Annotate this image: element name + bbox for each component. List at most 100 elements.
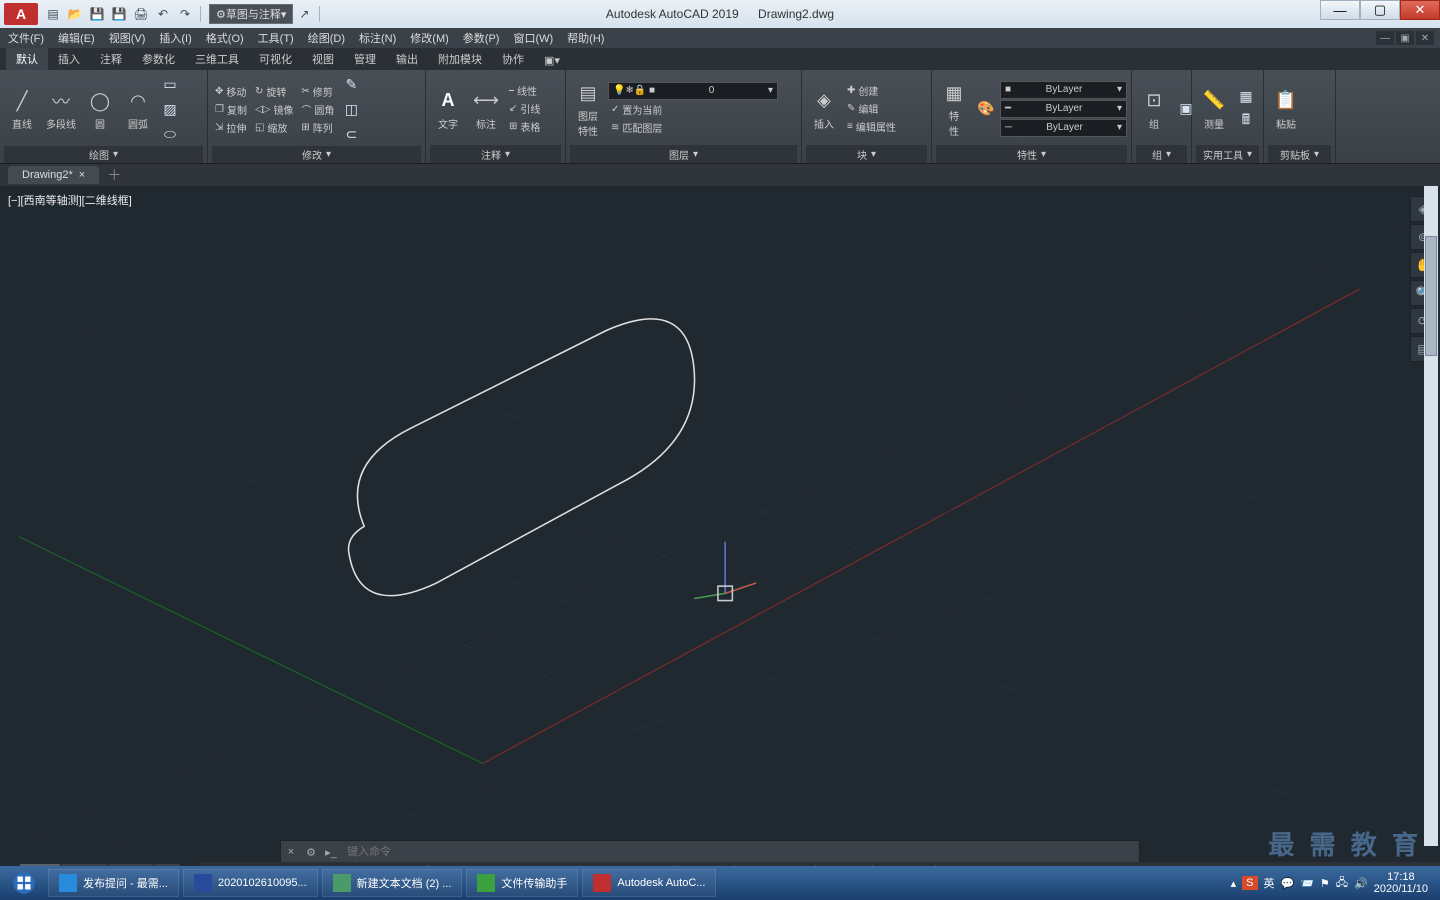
menu-help[interactable]: 帮助(H) [567,30,604,46]
vertical-scrollbar[interactable] [1424,186,1438,846]
block-edit-attr-button[interactable]: ≡ 编辑属性 [844,118,899,135]
panel-clipboard-title[interactable]: 剪贴板 ▾ [1268,145,1331,163]
menu-window[interactable]: 窗口(W) [513,30,553,46]
tray-ime-label[interactable]: 英 [1264,875,1275,891]
panel-modify-title[interactable]: 修改 ▾ [212,146,421,163]
tab-output[interactable]: 输出 [386,48,428,70]
minimize-button[interactable]: ― [1320,0,1360,20]
tray-wechat-icon[interactable]: 💬 [1281,877,1295,890]
menu-modify[interactable]: 修改(M) [410,30,449,46]
add-tab-button[interactable]: ＋ [107,165,121,185]
taskbar-item-wps[interactable]: 2020102610095... [183,869,318,897]
menu-file[interactable]: 文件(F) [8,30,44,46]
qat-undo-icon[interactable]: ↶ [153,4,173,24]
tray-flag-icon[interactable]: ⚑ [1320,877,1330,890]
qat-save-icon[interactable]: 💾 [87,4,107,24]
menu-insert[interactable]: 插入(I) [159,30,191,46]
tray-ime-icon[interactable]: S [1242,876,1257,890]
menu-dim[interactable]: 标注(N) [359,30,396,46]
taskbar-item-notepad[interactable]: 新建文本文档 (2) ... [322,869,463,897]
layer-set-current-button[interactable]: ✓ 置为当前 [608,101,797,118]
panel-block-title[interactable]: 块 ▾ [806,145,927,163]
block-create-button[interactable]: ✚ 创建 [844,82,899,99]
panel-group-title[interactable]: 组 ▾ [1136,145,1187,163]
qat-redo-icon[interactable]: ↷ [175,4,195,24]
doc-minimize-button[interactable]: ― [1376,31,1394,45]
file-tab-close-icon[interactable]: × [79,169,85,181]
tray-msg-icon[interactable]: 📨 [1300,877,1314,890]
workspace-selector[interactable]: ⚙ 草图与注释 ▾ [209,4,293,24]
layer-properties-button[interactable]: ▤图层 特性 [570,77,606,140]
tray-clock[interactable]: 17:18 2020/11/10 [1374,871,1428,895]
scrollbar-thumb[interactable] [1425,236,1437,356]
start-button[interactable] [4,868,44,898]
move-button[interactable]: ✥ 移动 [212,83,250,100]
panel-annotation-title[interactable]: 注释 ▾ [430,145,561,163]
taskbar-item-ie[interactable]: 发布提问 - 最需... [48,869,179,897]
maximize-button[interactable]: ▢ [1360,0,1400,20]
drawing-canvas[interactable]: [−][西南等轴测][二维线框] ◈ ⊚ ✋ 🔍 ⟳ ▤ [0,186,1440,846]
lineweight-selector[interactable]: ━ ByLayer▾ [1000,100,1127,118]
taskbar-item-wechat[interactable]: 文件传输助手 [466,869,578,897]
tab-featured-apps[interactable]: ▣▾ [534,51,570,70]
file-tab-drawing2[interactable]: Drawing2*× [8,166,99,184]
tab-default[interactable]: 默认 [6,46,48,70]
menu-draw[interactable]: 绘图(D) [308,30,345,46]
color-selector[interactable]: ■ ByLayer▾ [1000,81,1127,99]
tray-network-icon[interactable]: 🖧 [1336,874,1348,893]
taskbar-item-autocad[interactable]: Autodesk AutoC... [582,869,716,897]
tab-3d-tools[interactable]: 三维工具 [185,48,249,70]
cmdline-close-icon[interactable]: × [281,841,301,863]
block-insert-button[interactable]: ◈插入 [806,85,842,133]
tray-volume-icon[interactable]: 🔊 [1354,877,1368,890]
copy-button[interactable]: ❐ 复制 [212,101,250,118]
circle-button[interactable]: ◯圆 [82,85,118,133]
tab-addins[interactable]: 附加模块 [428,48,492,70]
table-button[interactable]: ⊞ 表格 [506,118,543,135]
tab-collaborate[interactable]: 协作 [492,48,534,70]
layer-selector[interactable]: 💡❄🔒 ■ 0▾ [608,82,778,100]
select-all-icon[interactable]: ▦ [1234,84,1258,108]
trim-button[interactable]: ✂ 修剪 [298,83,337,100]
match-props-icon[interactable]: 🎨 [974,97,998,121]
group-button[interactable]: ⊡组 [1136,85,1172,133]
app-logo[interactable]: A [4,3,38,25]
ellipse-icon[interactable]: ⬭ [158,122,182,146]
cmdline-options-icon[interactable]: ⚙ [301,841,321,863]
arc-button[interactable]: ◠圆弧 [120,85,156,133]
stretch-button[interactable]: ⇲ 拉伸 [212,119,250,136]
tab-insert[interactable]: 插入 [48,48,90,70]
tab-parametric[interactable]: 参数化 [132,48,185,70]
leader-button[interactable]: ↙ 引线 [506,100,543,117]
tab-manage[interactable]: 管理 [344,48,386,70]
mirror-button[interactable]: ◁▷ 镜像 [252,101,296,118]
tab-annotate[interactable]: 注释 [90,48,132,70]
erase-icon[interactable]: ✎ [339,72,363,96]
command-input[interactable] [341,846,1139,858]
tray-show-hidden-icon[interactable]: ▴ [1231,877,1237,890]
panel-draw-title[interactable]: 绘图 ▾ [4,146,203,163]
panel-layer-title[interactable]: 图层 ▾ [570,145,797,163]
linetype-selector[interactable]: ─ ByLayer▾ [1000,119,1127,137]
rectangle-icon[interactable]: ▭ [158,72,182,96]
menu-edit[interactable]: 编辑(E) [58,30,95,46]
explode-icon[interactable]: ◫ [339,97,363,121]
dimension-button[interactable]: ⟷标注 [468,85,504,133]
line-button[interactable]: ╱直线 [4,85,40,133]
polyline-button[interactable]: 〰多段线 [42,85,80,133]
tab-visualize[interactable]: 可视化 [249,48,302,70]
paste-button[interactable]: 📋粘贴 [1268,85,1304,133]
text-button[interactable]: A文字 [430,85,466,133]
block-edit-button[interactable]: ✎ 编辑 [844,100,899,117]
quickcalc-icon[interactable]: 🖩 [1234,109,1258,133]
qat-new-icon[interactable]: ▤ [43,4,63,24]
hatch-icon[interactable]: ▨ [158,97,182,121]
properties-button[interactable]: ▦特 性 [936,77,972,140]
doc-restore-button[interactable]: ▣ [1396,31,1414,45]
doc-close-button[interactable]: ✕ [1416,31,1434,45]
measure-button[interactable]: 📏测量 [1196,85,1232,133]
menu-view[interactable]: 视图(V) [109,30,146,46]
scale-button[interactable]: ◱ 缩放 [252,119,296,136]
array-button[interactable]: ⊞ 阵列 [298,119,337,136]
qat-share-icon[interactable]: ↗ [294,4,314,24]
